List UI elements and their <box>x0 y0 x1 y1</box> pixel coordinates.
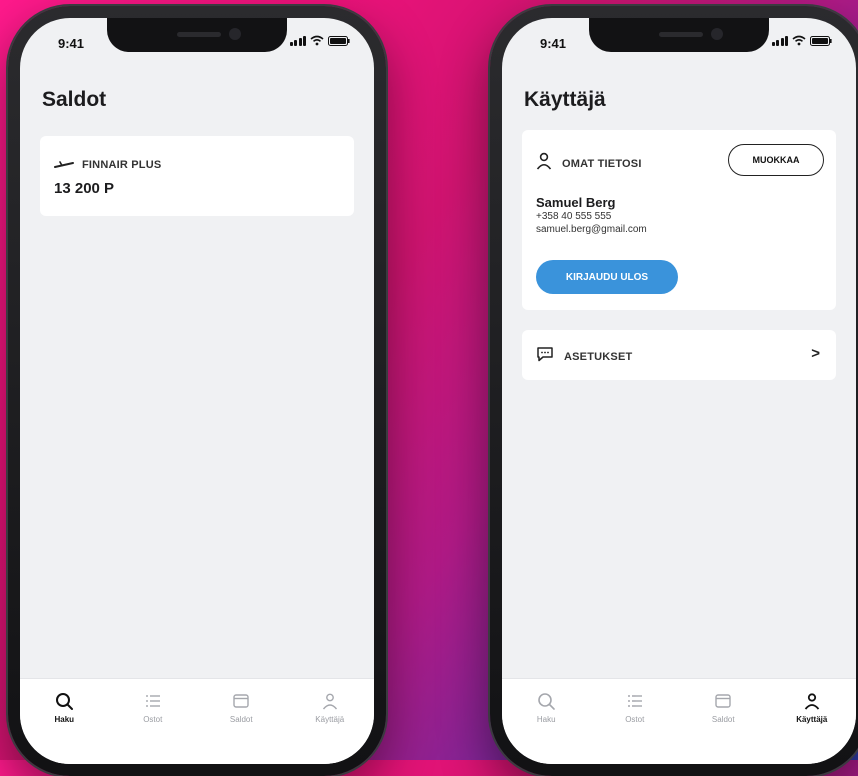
user-phone: +358 40 555 555 <box>536 211 612 222</box>
signal-icon <box>289 35 306 46</box>
screen-saldot: 9:41 Saldot FINNAIR PLUS 13 200 P Haku O… <box>20 18 374 764</box>
tab-bar: Haku Ostot Saldot Käyttäjä <box>502 678 856 764</box>
tab-saldot[interactable]: Saldot <box>693 691 753 764</box>
wallet-icon <box>713 691 733 711</box>
list-icon <box>625 691 645 711</box>
tab-label: Saldot <box>711 715 735 724</box>
signal-icon <box>771 35 788 46</box>
notch <box>107 18 287 52</box>
tab-label: Käyttäjä <box>796 715 828 724</box>
notch <box>589 18 769 52</box>
tab-haku[interactable]: Haku <box>34 691 94 764</box>
settings-label: ASETUKSET <box>564 350 633 363</box>
tab-label: Käyttäjä <box>315 715 345 724</box>
tab-label: Saldot <box>229 715 253 724</box>
battery-icon <box>328 35 350 46</box>
phone-frame-right: 9:41 Käyttäjä OMAT TIETOSI MUOKKAA Samue… <box>490 6 858 776</box>
settings-row[interactable]: ASETUKSET > <box>522 330 836 380</box>
tab-label: Ostot <box>143 715 163 724</box>
tab-label: Haku <box>54 715 75 724</box>
chevron-right-icon: > <box>811 345 820 362</box>
screen-kayttaja: 9:41 Käyttäjä OMAT TIETOSI MUOKKAA Samue… <box>502 18 856 764</box>
search-icon <box>54 691 74 711</box>
points-balance: 13 200 P <box>54 180 115 197</box>
program-name: FINNAIR PLUS <box>82 159 162 171</box>
tab-label: Haku <box>536 715 556 724</box>
list-icon <box>143 691 163 711</box>
status-icons <box>289 35 351 46</box>
user-icon <box>320 691 340 711</box>
tab-label: Ostot <box>625 715 645 724</box>
logout-button[interactable]: KIRJAUDU ULOS <box>536 260 678 294</box>
search-icon <box>536 691 556 711</box>
user-icon <box>802 691 822 711</box>
tab-ostot[interactable]: Ostot <box>605 691 665 764</box>
tab-saldot[interactable]: Saldot <box>211 691 271 764</box>
user-name: Samuel Berg <box>536 195 616 210</box>
tab-ostot[interactable]: Ostot <box>123 691 183 764</box>
edit-button[interactable]: MUOKKAA <box>728 144 824 176</box>
tab-kayttaja[interactable]: Käyttäjä <box>782 691 842 764</box>
page-title: Saldot <box>42 88 107 111</box>
status-icons <box>771 35 833 46</box>
wifi-icon <box>310 35 324 46</box>
airplane-icon <box>54 156 74 174</box>
wallet-icon <box>231 691 251 711</box>
battery-icon <box>810 35 832 46</box>
chat-icon <box>536 346 554 367</box>
tab-haku[interactable]: Haku <box>516 691 576 764</box>
tab-bar: Haku Ostot Saldot Käyttäjä <box>20 678 374 764</box>
user-icon <box>536 152 552 175</box>
profile-card: OMAT TIETOSI MUOKKAA Samuel Berg +358 40… <box>522 130 836 310</box>
status-time: 9:41 <box>540 36 567 51</box>
user-email: samuel.berg@gmail.com <box>536 224 647 235</box>
balance-card[interactable]: FINNAIR PLUS 13 200 P <box>40 136 354 216</box>
phone-frame-left: 9:41 Saldot FINNAIR PLUS 13 200 P Haku O… <box>8 6 386 776</box>
wifi-icon <box>792 35 806 46</box>
tab-kayttaja[interactable]: Käyttäjä <box>300 691 360 764</box>
status-time: 9:41 <box>58 36 85 51</box>
page-title: Käyttäjä <box>524 88 606 111</box>
profile-heading: OMAT TIETOSI <box>562 157 642 170</box>
